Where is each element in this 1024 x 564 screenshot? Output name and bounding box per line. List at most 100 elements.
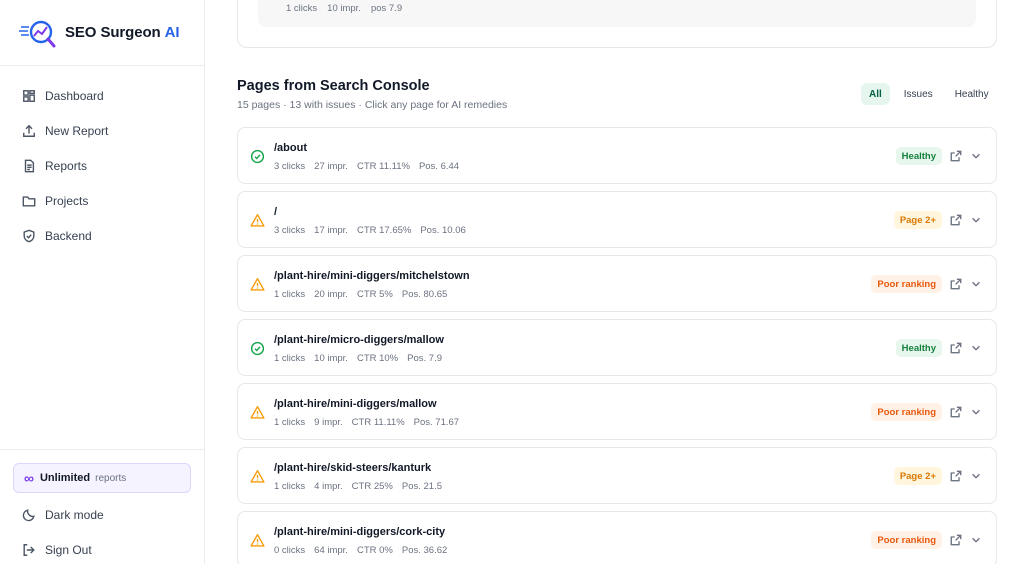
plan-sub: reports — [95, 472, 127, 484]
stat-ctr: CTR 11.11% — [351, 417, 405, 428]
sidebar-item-label: Backend — [45, 228, 92, 243]
filter-issues[interactable]: Issues — [896, 83, 941, 105]
main-content: 1 clicks 10 impr. pos 7.9 Pages from Searc… — [205, 0, 1024, 564]
page-stats: 1 clicks 10 impr. CTR 10% Pos. 7.9 — [274, 353, 451, 364]
page-path: /plant-hire/mini-diggers/cork-city — [274, 526, 446, 538]
page-row[interactable]: /plant-hire/mini-diggers/mallow 1 clicks… — [237, 383, 997, 440]
status-icon — [250, 533, 265, 548]
warning-triangle-icon — [250, 213, 265, 227]
sidebar-item-label: New Report — [45, 123, 109, 138]
page-path: /plant-hire/micro-diggers/mallow — [274, 334, 444, 346]
page-row[interactable]: / 3 clicks 17 impr. CTR 17.65% Pos. 10.06 P… — [237, 191, 997, 248]
page-row[interactable]: /plant-hire/micro-diggers/mallow 1 click… — [237, 319, 997, 376]
stat-clicks: 1 clicks — [274, 353, 306, 364]
sidebar-item-backend[interactable]: Backend — [0, 218, 204, 253]
stat-impressions: 4 impr. — [314, 481, 343, 492]
stat-clicks: 1 clicks — [274, 481, 306, 492]
page-row[interactable]: /about 3 clicks 27 impr. CTR 11.11% Pos. 6.… — [237, 127, 997, 184]
external-link-icon[interactable] — [950, 534, 962, 546]
page-stats: 1 clicks 20 impr. CTR 5% Pos. 80.65 — [274, 289, 456, 300]
status-icon — [250, 277, 265, 292]
status-icon — [250, 149, 265, 164]
row-actions: Healthy — [895, 339, 982, 357]
sidebar-item-label: Dashboard — [45, 88, 104, 103]
chevron-down-icon[interactable] — [970, 150, 982, 162]
sign-out-label: Sign Out — [45, 542, 92, 557]
brand-name: SEO Surgeon AI — [65, 24, 180, 41]
status-badge: Healthy — [895, 339, 942, 357]
chevron-down-icon[interactable] — [970, 214, 982, 226]
warning-triangle-icon — [250, 533, 265, 547]
sidebar-item-projects[interactable]: Projects — [0, 183, 204, 218]
chevron-down-icon[interactable] — [970, 278, 982, 290]
document-icon — [24, 159, 35, 172]
page-stats: 0 clicks 64 impr. CTR 0% Pos. 36.62 — [274, 545, 456, 556]
dark-mode-toggle[interactable]: Dark mode — [0, 497, 204, 532]
page-stats: 1 clicks 4 impr. CTR 25% Pos. 21.5 — [274, 481, 451, 492]
sign-out-icon — [23, 543, 35, 556]
dark-mode-label: Dark mode — [45, 507, 104, 522]
row-actions: Page 2+ — [893, 211, 982, 229]
page-row[interactable]: /plant-hire/skid-steers/kanturk 1 clicks… — [237, 447, 997, 504]
stat-position: Pos. 80.65 — [401, 289, 448, 300]
infinity-icon: ∞ — [24, 470, 34, 486]
chevron-down-icon[interactable] — [970, 342, 982, 354]
sidebar-nav: Dashboard New Report Reports Projects Ba… — [0, 66, 204, 253]
brand[interactable]: SEO Surgeon AI — [0, 0, 204, 66]
stat-position: Pos. 6.44 — [418, 161, 460, 172]
stat-clicks: 3 clicks — [274, 161, 306, 172]
page-stats: 3 clicks 17 impr. CTR 17.65% Pos. 10.06 — [274, 225, 475, 236]
external-link-icon[interactable] — [950, 214, 962, 226]
sidebar-item-new-report[interactable]: New Report — [0, 113, 204, 148]
upload-icon — [23, 124, 35, 137]
external-link-icon[interactable] — [950, 278, 962, 290]
stat-position: Pos. 71.67 — [413, 417, 460, 428]
sidebar-item-reports[interactable]: Reports — [0, 148, 204, 183]
status-badge: Page 2+ — [893, 211, 942, 229]
status-badge: Poor ranking — [871, 531, 942, 549]
filter-tabs: All Issues Healthy — [861, 83, 1003, 105]
stat-impressions: 10 impr. — [327, 3, 361, 14]
chevron-down-icon[interactable] — [970, 534, 982, 546]
plan-label: Unlimited — [39, 472, 91, 484]
plan-badge[interactable]: ∞ Unlimited reports — [13, 463, 191, 493]
pages-list: /about 3 clicks 27 impr. CTR 11.11% Pos. 6.… — [237, 127, 997, 564]
external-link-icon[interactable] — [950, 406, 962, 418]
section-subtitle: 15 pages · 13 with issues · Click any pa… — [237, 99, 508, 111]
external-link-icon[interactable] — [950, 470, 962, 482]
stat-impressions: 64 impr. — [314, 545, 348, 556]
status-badge: Poor ranking — [871, 275, 942, 293]
row-actions: Poor ranking — [871, 403, 982, 421]
status-icon — [250, 469, 265, 484]
check-circle-icon — [250, 341, 265, 356]
external-link-icon[interactable] — [950, 150, 962, 162]
stat-clicks: 3 clicks — [274, 225, 306, 236]
logo-magnifier-chart-icon — [19, 20, 56, 47]
dashboard-grid-icon — [23, 89, 35, 102]
stat-impressions: 27 impr. — [314, 161, 348, 172]
sign-out-button[interactable]: Sign Out — [0, 532, 204, 564]
sidebar-item-dashboard[interactable]: Dashboard — [0, 78, 204, 113]
external-link-icon[interactable] — [950, 342, 962, 354]
sidebar: SEO Surgeon AI Dashboard New Report Repor… — [0, 0, 205, 564]
sidebar-footer: ∞ Unlimited reports Dark mode Sign Out — [0, 449, 204, 564]
stat-impressions: 9 impr. — [314, 417, 343, 428]
filter-healthy[interactable]: Healthy — [947, 83, 997, 105]
page-row[interactable]: /plant-hire/mini-diggers/cork-city 0 cli… — [237, 511, 997, 564]
stat-position: Pos. 7.9 — [407, 353, 442, 364]
page-path: /plant-hire/mini-diggers/mallow — [274, 398, 437, 410]
page-row[interactable]: /plant-hire/mini-diggers/mitchelstown 1 … — [237, 255, 997, 312]
section-title: Pages from Search Console — [237, 78, 430, 94]
chevron-down-icon[interactable] — [970, 470, 982, 482]
stat-clicks: 1 clicks — [286, 3, 318, 14]
moon-icon — [22, 508, 35, 521]
stat-clicks: 1 clicks — [274, 417, 306, 428]
page-path: /about — [274, 142, 307, 154]
filter-all[interactable]: All — [861, 83, 890, 105]
stat-clicks: 1 clicks — [274, 289, 306, 300]
shield-icon — [23, 229, 35, 242]
chevron-down-icon[interactable] — [970, 406, 982, 418]
status-icon — [250, 405, 265, 420]
page-path: /plant-hire/mini-diggers/mitchelstown — [274, 270, 470, 282]
sidebar-item-label: Reports — [45, 158, 88, 173]
